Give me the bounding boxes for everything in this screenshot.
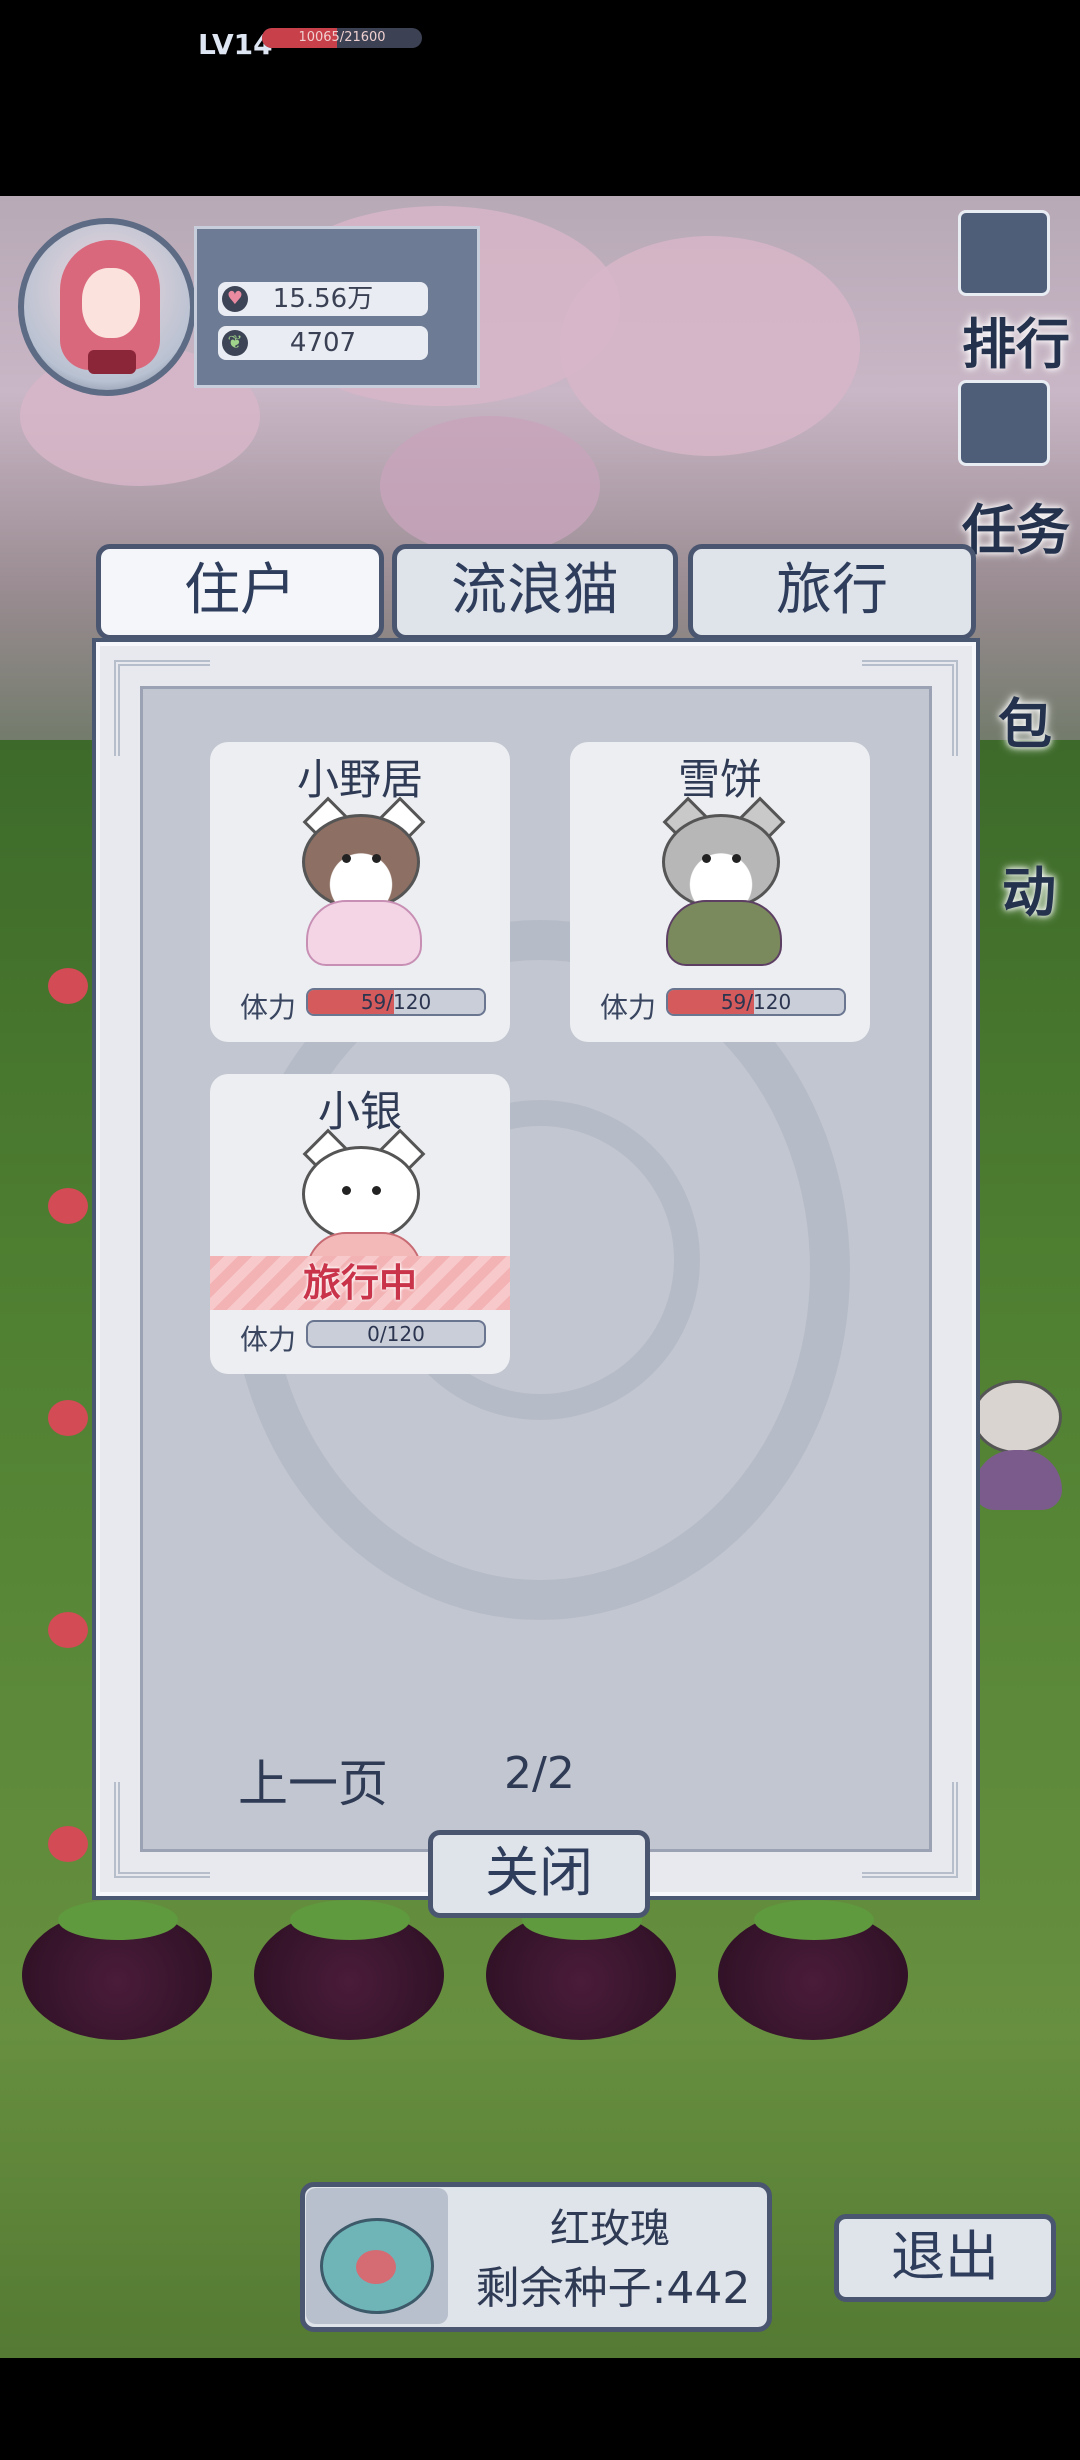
blossom-cluster: [560, 236, 860, 456]
cat-card-xiaoyin[interactable]: 小银 旅行中 体力 0/120: [210, 1074, 510, 1374]
stamina-label: 体力: [240, 1323, 297, 1356]
leaves-counter: ❦ 4707: [218, 326, 428, 360]
dialog-corner-ornament: [862, 1782, 958, 1878]
stamina-bar: 0/120: [306, 1320, 486, 1348]
plant-leaves: [290, 1900, 410, 1940]
cat-dress: [306, 900, 422, 966]
stamina-label: 体力: [240, 991, 297, 1024]
stamina-label: 体力: [600, 991, 657, 1024]
tab-travel[interactable]: 旅行: [688, 544, 976, 640]
cat-head: [972, 1380, 1062, 1454]
rose-icon: [48, 1826, 88, 1862]
cat-name: 小野居: [296, 755, 423, 804]
avatar-bow: [88, 350, 136, 374]
cat-name: 雪饼: [677, 755, 762, 804]
cat-outfit: [666, 900, 782, 966]
game-screen: LV14 10065/21600 ♥ 15.56万 ❦ 4707 排行 任务 包…: [0, 0, 1080, 2460]
cat-eye: [372, 854, 381, 863]
blossom-cluster: [380, 416, 600, 556]
task-board-icon: [958, 380, 1050, 466]
stamina-bar: 59/120: [666, 988, 846, 1016]
cat-portrait: [286, 796, 436, 966]
cat-head: [302, 814, 420, 910]
rose-seed-icon: [356, 2250, 396, 2284]
avatar-face: [82, 268, 140, 338]
traveling-status: 旅行中: [302, 1261, 417, 1305]
bottom-bar: [0, 2358, 1080, 2460]
rank-button[interactable]: 排行: [930, 300, 1070, 379]
hearts-counter: ♥ 15.56万: [218, 282, 428, 316]
seed-remaining: 剩余种子:442: [475, 2263, 751, 2314]
leaf-icon: ❦: [222, 330, 248, 356]
page-indicator: 2/2: [504, 1748, 575, 1799]
dialog-corner-ornament: [114, 660, 210, 756]
hearts-value: 15.56万: [272, 284, 374, 314]
rose-icon: [48, 968, 88, 1004]
cat-head: [302, 1146, 420, 1242]
cat-eye: [342, 854, 351, 863]
dialog-corner-ornament: [114, 1782, 210, 1878]
cat-name: 小银: [317, 1087, 402, 1136]
plant-leaves: [58, 1900, 178, 1940]
rank-book-icon: [958, 210, 1050, 296]
cat-card-xiaoyeju[interactable]: 小野居 体力 59/120: [210, 742, 510, 1042]
xp-text: 10065/21600: [298, 30, 386, 45]
plant-leaves: [754, 1900, 874, 1940]
dialog-corner-ornament: [862, 660, 958, 756]
cat-card-xuebing[interactable]: 雪饼 体力 59/120: [570, 742, 870, 1042]
tab-stray-cats[interactable]: 流浪猫: [392, 544, 678, 640]
previous-page-button[interactable]: 上一页: [238, 1744, 388, 1816]
close-button[interactable]: 关闭: [428, 1830, 650, 1918]
xp-bar: 10065/21600: [262, 28, 422, 48]
stamina-value: 0/120: [367, 1322, 425, 1346]
stamina-value: 59/120: [720, 990, 792, 1014]
stamina-value: 59/120: [360, 990, 432, 1014]
cat-eye: [372, 1186, 381, 1195]
rose-icon: [48, 1612, 88, 1648]
cat-eye: [342, 1186, 351, 1195]
cat-eye: [732, 854, 741, 863]
tab-residents[interactable]: 住户: [96, 544, 384, 640]
leaves-value: 4707: [289, 328, 357, 358]
stamina-bar: 59/120: [306, 988, 486, 1016]
cat-body: [974, 1450, 1062, 1510]
seed-name: 红玫瑰: [550, 2206, 670, 2252]
seed-bag-icon: [306, 2188, 448, 2324]
cat-portrait: [646, 796, 796, 966]
cat-eye: [702, 854, 711, 863]
rose-icon: [48, 1188, 88, 1224]
wandering-cat[interactable]: [968, 1380, 1068, 1520]
heart-icon: ♥: [222, 286, 248, 312]
player-avatar[interactable]: [18, 218, 196, 396]
exit-button[interactable]: 退出: [834, 2214, 1056, 2302]
cat-head: [662, 814, 780, 910]
rose-icon: [48, 1400, 88, 1436]
